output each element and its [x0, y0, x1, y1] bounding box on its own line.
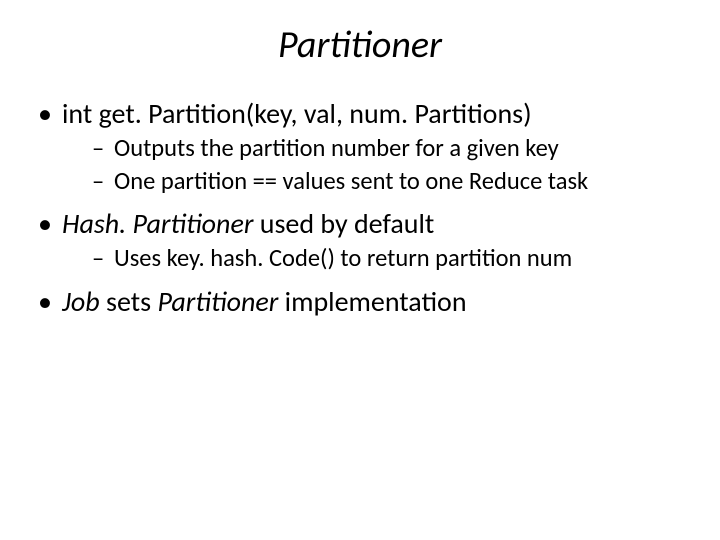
- slide-title: Partitioner: [36, 22, 684, 68]
- bullet-1-text: int get. Partition(key, val, num. Partit…: [62, 96, 532, 131]
- bullet-2-sublist: Uses key. hash. Code() to return partiti…: [62, 243, 684, 274]
- slide: Partitioner int get. Partition(key, val,…: [0, 0, 720, 540]
- bullet-1-sublist: Outputs the partition number for a given…: [62, 133, 684, 196]
- bullet-3-rest: implementation: [278, 284, 466, 319]
- bullet-3-italic-1: Job: [62, 284, 100, 319]
- bullet-2-rest: used by default: [253, 206, 434, 241]
- bullet-1-sub-1-text: Outputs the partition number for a given…: [114, 133, 559, 163]
- bullet-1-sub-1: Outputs the partition number for a given…: [92, 133, 684, 164]
- bullet-1-sub-2-text: One partition == values sent to one Redu…: [114, 166, 588, 196]
- bullet-2-sub-1: Uses key. hash. Code() to return partiti…: [92, 243, 684, 274]
- bullet-3-mid: sets: [100, 284, 158, 319]
- bullet-2-italic: Hash. Partitioner: [62, 206, 253, 241]
- bullet-2-sub-1-text: Uses key. hash. Code() to return partiti…: [114, 243, 572, 273]
- bullet-1: int get. Partition(key, val, num. Partit…: [36, 96, 684, 196]
- bullet-3: Job sets Partitioner implementation: [36, 284, 684, 319]
- bullet-3-italic-2: Partitioner: [157, 284, 278, 319]
- bullet-2: Hash. Partitioner used by default Uses k…: [36, 206, 684, 274]
- bullet-1-sub-2: One partition == values sent to one Redu…: [92, 166, 684, 197]
- bullet-list: int get. Partition(key, val, num. Partit…: [36, 96, 684, 319]
